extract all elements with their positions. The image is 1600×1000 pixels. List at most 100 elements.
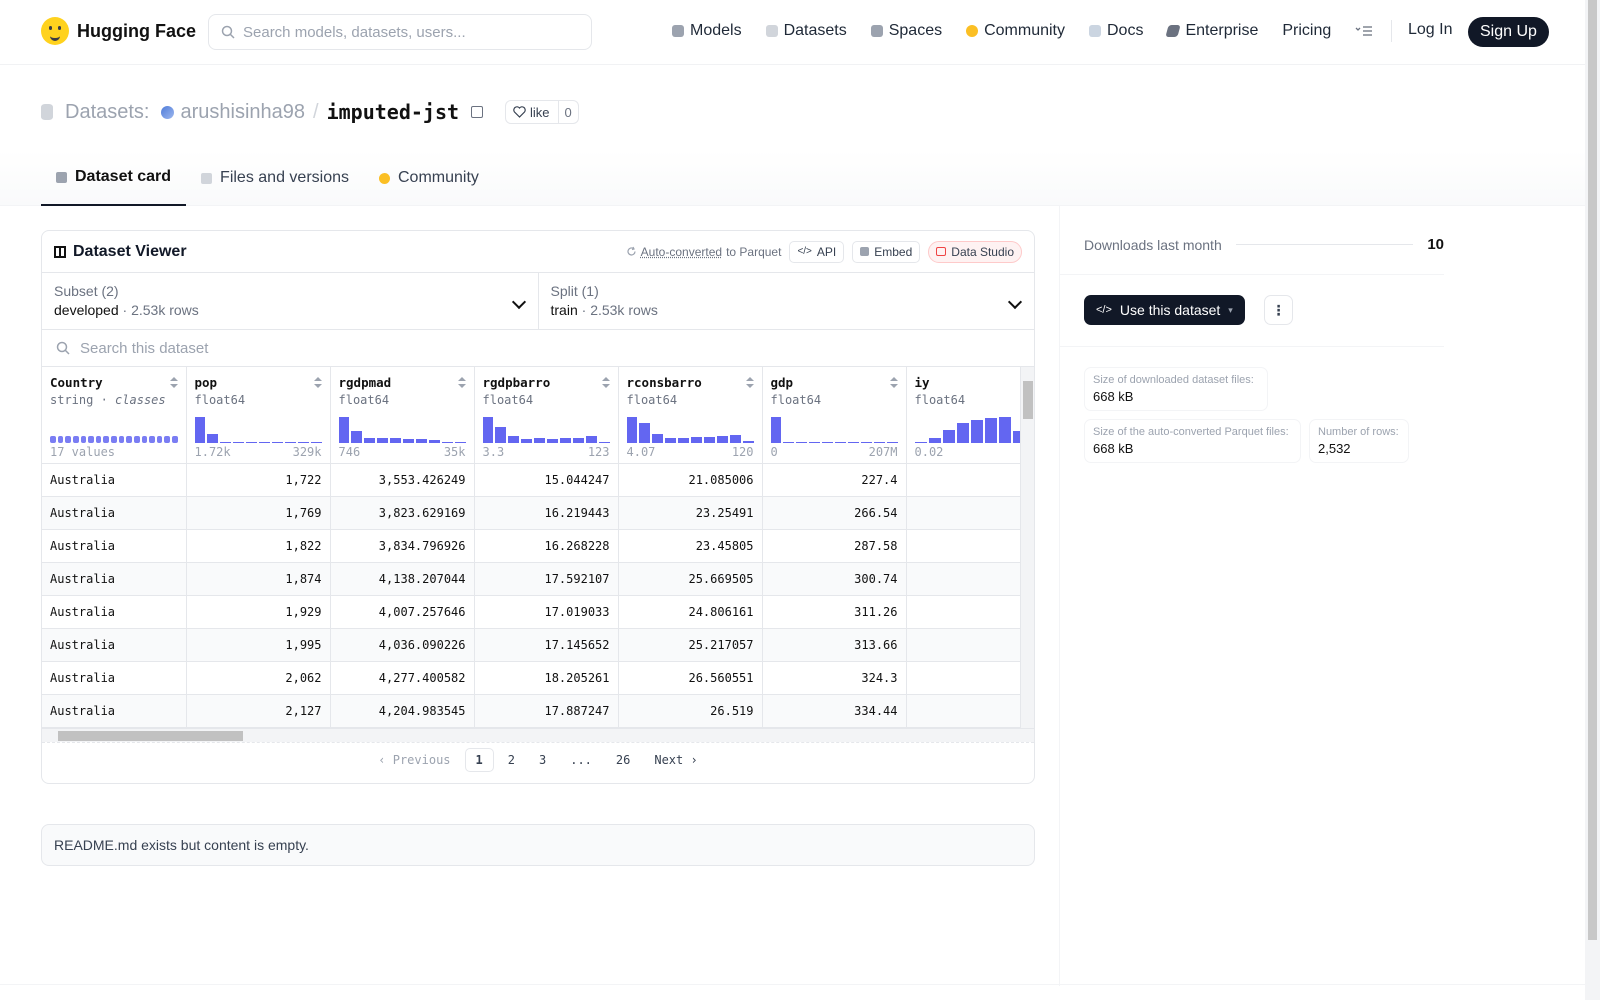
histogram-bar[interactable] (310, 441, 322, 443)
table-cell[interactable]: 0. (906, 463, 1034, 497)
histogram-bar[interactable] (796, 441, 808, 443)
copy-icon[interactable] (471, 106, 484, 118)
table-cell[interactable]: 1,874 (186, 562, 331, 596)
table-cell[interactable]: Australia (42, 595, 187, 629)
table-cell[interactable]: Australia (42, 562, 187, 596)
table-cell[interactable]: 26.519 (618, 694, 763, 728)
table-cell[interactable]: 4,138.207044 (330, 562, 475, 596)
sort-icon[interactable] (601, 377, 610, 389)
histogram-bar[interactable] (297, 441, 309, 443)
histogram-bar[interactable] (156, 435, 163, 443)
data-studio-button[interactable]: Data Studio (928, 240, 1022, 263)
use-this-dataset-button[interactable]: </> Use this dataset ▾ (1084, 295, 1245, 325)
split-dropdown[interactable]: Split (1) train · 2.53k rows (537, 273, 1035, 329)
column-header[interactable]: iy float64 0.02 (906, 367, 1034, 464)
sort-icon[interactable] (457, 377, 466, 389)
previous-page-button[interactable]: ‹ Previous (368, 749, 460, 771)
table-cell[interactable]: 3,834.796926 (330, 529, 475, 563)
histogram-bar[interactable] (678, 437, 690, 443)
histogram-bar[interactable] (691, 436, 702, 443)
nav-models[interactable]: Models (660, 18, 754, 44)
table-cell[interactable]: 2,127 (186, 694, 331, 728)
histogram-bar[interactable] (534, 437, 546, 443)
table-cell[interactable]: 17.592107 (474, 562, 619, 596)
histogram-bar[interactable] (233, 441, 245, 443)
table-cell[interactable]: 18.205261 (474, 661, 619, 695)
histogram-bar[interactable] (847, 441, 859, 443)
global-search[interactable] (208, 14, 592, 50)
histogram-bar[interactable] (942, 429, 955, 443)
histogram-bar[interactable] (246, 441, 258, 443)
histogram-bar[interactable] (351, 430, 363, 443)
page-button[interactable]: 1 (464, 747, 494, 772)
histogram-bar[interactable] (652, 433, 664, 443)
scrollbar-thumb[interactable] (1588, 0, 1597, 940)
histogram-bar[interactable] (703, 436, 715, 443)
embed-button[interactable]: Embed (852, 240, 921, 263)
histogram-bar[interactable] (873, 441, 885, 443)
table-cell[interactable]: Australia (42, 496, 187, 530)
histogram-bar[interactable] (508, 435, 520, 443)
tab-community[interactable]: Community (364, 150, 494, 206)
histogram-bar[interactable] (547, 438, 558, 443)
table-cell[interactable]: 0. (906, 661, 1034, 695)
histogram-bar[interactable] (809, 441, 821, 443)
table-cell[interactable]: 17.019033 (474, 595, 619, 629)
histogram-bar[interactable] (572, 437, 584, 443)
table-cell[interactable]: 24.806161 (618, 595, 763, 629)
dataset-search[interactable] (42, 330, 1034, 367)
column-header[interactable]: gdp float64 0 207M (762, 367, 907, 464)
histogram-bar[interactable] (822, 441, 834, 443)
table-cell[interactable]: 1,929 (186, 595, 331, 629)
table-row[interactable]: Australia 1,822 3,834.796926 16.268228 23.45… (42, 529, 1034, 563)
histogram-bar[interactable] (259, 441, 270, 443)
histogram-bar[interactable] (860, 441, 872, 443)
histogram-bar[interactable] (665, 437, 677, 443)
table-cell[interactable]: 0. (906, 496, 1034, 530)
vertical-scrollbar[interactable] (1020, 367, 1034, 742)
histogram-bar[interactable] (482, 416, 494, 443)
histogram-bar[interactable] (495, 426, 507, 443)
histogram-bar[interactable] (716, 435, 728, 443)
table-row[interactable]: Australia 2,127 4,204.983545 17.887247 26.51… (42, 694, 1034, 728)
histogram-bar[interactable] (415, 438, 427, 443)
histogram-bar[interactable] (88, 435, 94, 443)
table-cell[interactable]: 16.268228 (474, 529, 619, 563)
table-cell[interactable]: 1,769 (186, 496, 331, 530)
table-cell[interactable]: 300.74 (762, 562, 907, 596)
table-row[interactable]: Australia 1,995 4,036.090226 17.145652 25.21… (42, 628, 1034, 662)
nav-enterprise[interactable]: Enterprise (1155, 18, 1270, 44)
api-button[interactable]: </> API (789, 240, 845, 263)
histogram-bar[interactable] (172, 435, 178, 443)
table-cell[interactable]: 1,722 (186, 463, 331, 497)
nav-pricing[interactable]: Pricing (1270, 18, 1343, 44)
table-cell[interactable]: 25.217057 (618, 628, 763, 662)
table-cell[interactable]: 23.25491 (618, 496, 763, 530)
histogram-bar[interactable] (454, 441, 466, 443)
nav-docs[interactable]: Docs (1077, 18, 1155, 44)
table-cell[interactable]: 21.085006 (618, 463, 763, 497)
column-header[interactable]: pop float64 1.72k 329k (186, 367, 331, 464)
column-header[interactable]: rgdpbarro float64 3.3 123 (474, 367, 619, 464)
table-row[interactable]: Australia 1,722 3,553.426249 15.044247 21.08… (42, 463, 1034, 497)
histogram-bar[interactable] (111, 435, 117, 443)
histogram-bar[interactable] (585, 435, 597, 443)
table-cell[interactable]: 2,062 (186, 661, 331, 695)
histogram-bar[interactable] (364, 437, 376, 443)
sort-icon[interactable] (169, 377, 178, 389)
brand-link[interactable]: Hugging Face (41, 17, 196, 45)
table-cell[interactable]: Australia (42, 463, 187, 497)
histogram-bar[interactable] (626, 416, 638, 443)
column-histogram[interactable] (482, 415, 610, 443)
scrollbar-thumb[interactable] (58, 731, 243, 741)
histogram-bar[interactable] (428, 439, 440, 443)
histogram-bar[interactable] (57, 435, 64, 443)
histogram-bar[interactable] (970, 419, 983, 443)
table-cell[interactable]: 17.145652 (474, 628, 619, 662)
dataset-search-input[interactable] (80, 339, 680, 357)
table-cell[interactable]: Australia (42, 628, 187, 662)
scrollbar-thumb[interactable] (1023, 381, 1033, 419)
histogram-bar[interactable] (598, 441, 610, 443)
table-cell[interactable]: 23.45805 (618, 529, 763, 563)
column-header[interactable]: Country string · classes 17 values (42, 367, 187, 464)
